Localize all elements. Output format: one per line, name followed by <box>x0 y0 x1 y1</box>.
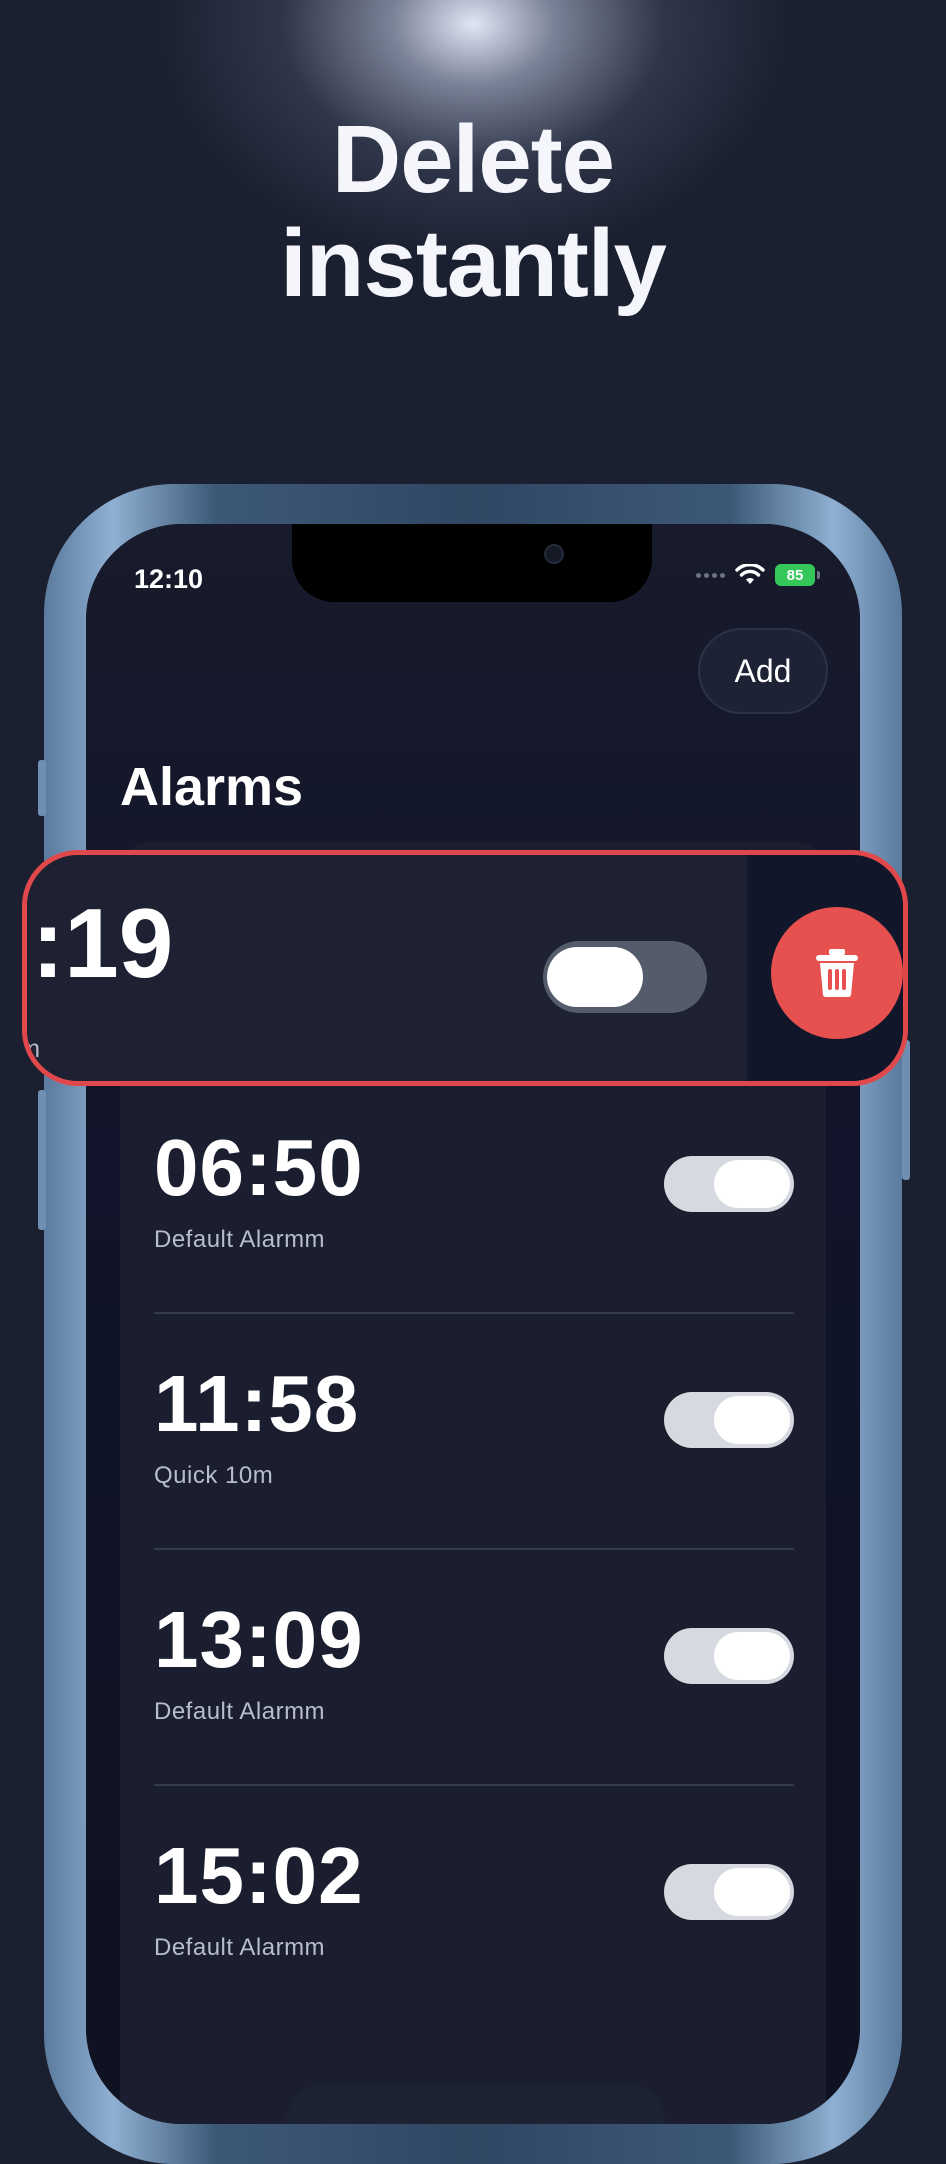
toggle-knob <box>714 1868 790 1916</box>
alarm-time: ):19 <box>27 888 174 998</box>
camera-icon <box>544 544 564 564</box>
alarm-label: Quick 10m <box>154 1462 274 1489</box>
tab-bar[interactable] <box>286 2084 666 2124</box>
status-time: 12:10 <box>134 564 204 594</box>
alarm-row[interactable]: 13:09 Default Alarmm <box>154 1550 794 1786</box>
phone-side-button <box>38 1090 46 1230</box>
alarm-label: Default Alarmm <box>154 1698 326 1725</box>
alarm-toggle[interactable] <box>664 1156 794 1212</box>
alarm-toggle[interactable] <box>664 1392 794 1448</box>
alarm-time: 06:50 <box>154 1123 364 1212</box>
page-title: Alarms <box>120 757 304 817</box>
alarm-time: 13:09 <box>154 1595 364 1684</box>
delete-alarm-button[interactable] <box>771 907 903 1039</box>
marketing-headline: Delete instantly <box>0 108 946 316</box>
toggle-knob <box>714 1632 790 1680</box>
alarm-row[interactable]: 06:50 Default Alarmm <box>154 1078 794 1314</box>
alarm-label: Default Alarmm <box>154 1226 326 1253</box>
toggle-knob <box>714 1160 790 1208</box>
headline-line-1: Delete <box>331 106 615 213</box>
status-indicators: 85 <box>696 564 820 586</box>
alarm-row[interactable]: 15:02 Default Alarmm <box>154 1786 794 2022</box>
alarm-toggle[interactable] <box>664 1864 794 1920</box>
battery-icon: 85 <box>775 564 820 586</box>
phone-screen: 12:10 85 Add Alarms 06:50 Default Alarmm… <box>86 524 860 2124</box>
notch <box>292 524 652 602</box>
headline-line-2: instantly <box>280 210 667 317</box>
alarm-time: 15:02 <box>154 1831 364 1920</box>
signal-icon <box>696 572 725 578</box>
wifi-icon <box>735 564 765 586</box>
swiped-alarm-row[interactable]: ):19 arm <box>22 850 908 1086</box>
alarm-label: arm <box>27 1035 40 1064</box>
add-alarm-button[interactable]: Add <box>698 628 828 714</box>
phone-side-button <box>902 1040 910 1180</box>
toggle-knob <box>714 1396 790 1444</box>
alarm-label: Default Alarmm <box>154 1934 326 1961</box>
phone-side-button <box>38 760 46 816</box>
alarm-row[interactable]: 11:58 Quick 10m <box>154 1314 794 1550</box>
trash-icon <box>816 949 858 998</box>
toggle-knob <box>547 947 643 1007</box>
alarm-toggle[interactable] <box>543 941 707 1013</box>
alarm-time: 11:58 <box>154 1359 360 1448</box>
alarm-toggle[interactable] <box>664 1628 794 1684</box>
battery-level: 85 <box>775 564 815 586</box>
